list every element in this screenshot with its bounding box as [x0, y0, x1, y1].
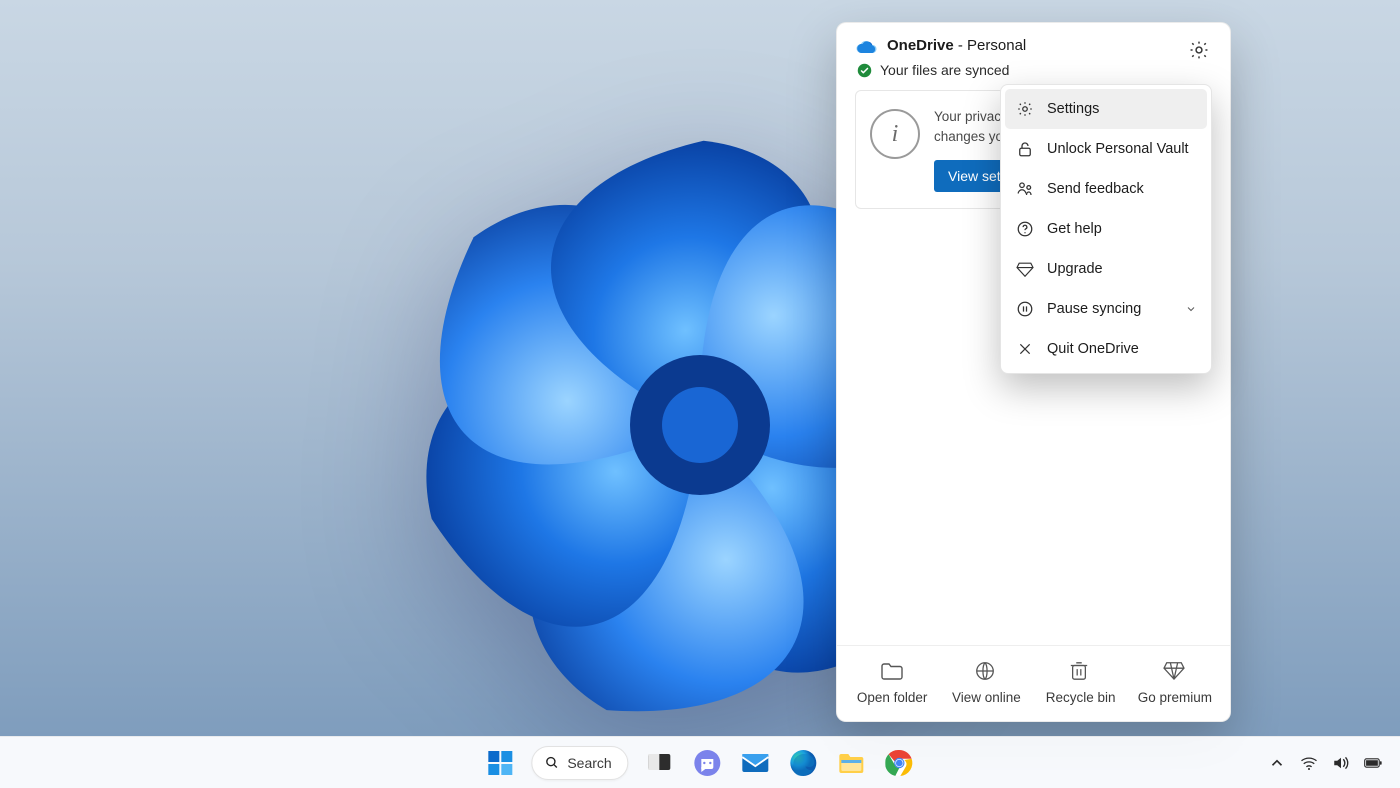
chrome-button[interactable] [883, 746, 917, 780]
info-icon: i [870, 109, 920, 159]
menu-item-label: Send feedback [1047, 181, 1144, 197]
footer-label: Open folder [857, 690, 928, 705]
menu-item-label: Pause syncing [1047, 301, 1141, 317]
recycle-bin-button[interactable]: Recycle bin [1041, 660, 1121, 705]
feedback-icon [1015, 179, 1035, 199]
chat-button[interactable] [691, 746, 725, 780]
menu-item-settings[interactable]: Settings [1005, 89, 1207, 129]
menu-item-send-feedback[interactable]: Send feedback [1005, 169, 1207, 209]
footer-label: Go premium [1138, 690, 1212, 705]
menu-item-quit[interactable]: Quit OneDrive [1005, 329, 1207, 369]
diamond-icon [1163, 660, 1187, 682]
wifi-icon[interactable] [1300, 754, 1318, 772]
footer-label: View online [952, 690, 1021, 705]
diamond-icon [1015, 259, 1035, 279]
gear-icon [1015, 99, 1035, 119]
search-icon [544, 755, 559, 770]
go-premium-button[interactable]: Go premium [1135, 660, 1215, 705]
trash-icon [1069, 660, 1093, 682]
footer-label: Recycle bin [1046, 690, 1116, 705]
menu-item-unlock-vault[interactable]: Unlock Personal Vault [1005, 129, 1207, 169]
file-explorer-button[interactable] [835, 746, 869, 780]
menu-item-label: Quit OneDrive [1047, 341, 1139, 357]
menu-item-pause-syncing[interactable]: Pause syncing [1005, 289, 1207, 329]
sync-ok-icon [857, 63, 872, 78]
close-icon [1015, 339, 1035, 359]
globe-icon [974, 660, 998, 682]
tray-overflow-button[interactable] [1268, 754, 1286, 772]
menu-item-label: Unlock Personal Vault [1047, 141, 1189, 157]
settings-dropdown: Settings Unlock Personal Vault Send feed… [1000, 84, 1212, 374]
start-button[interactable] [483, 746, 517, 780]
taskbar-center: Search [483, 746, 916, 780]
taskbar-tray [1268, 754, 1382, 772]
folder-icon [880, 660, 904, 682]
onedrive-title: OneDrive - Personal [887, 37, 1026, 54]
battery-icon[interactable] [1364, 754, 1382, 772]
taskview-button[interactable] [643, 746, 677, 780]
sync-status-text: Your files are synced [880, 62, 1009, 78]
menu-item-label: Settings [1047, 101, 1099, 117]
volume-icon[interactable] [1332, 754, 1350, 772]
menu-item-get-help[interactable]: Get help [1005, 209, 1207, 249]
chevron-down-icon [1185, 303, 1197, 315]
taskbar: Search [0, 736, 1400, 788]
mail-button[interactable] [739, 746, 773, 780]
pause-icon [1015, 299, 1035, 319]
help-icon [1015, 219, 1035, 239]
onedrive-footer: Open folder View online Recycle bin Go p… [837, 645, 1230, 721]
unlock-icon [1015, 139, 1035, 159]
onedrive-header: OneDrive - Personal [837, 23, 1230, 62]
onedrive-cloud-icon [855, 38, 877, 54]
taskbar-search[interactable]: Search [531, 746, 628, 780]
search-label: Search [567, 755, 611, 771]
edge-button[interactable] [787, 746, 821, 780]
menu-item-label: Get help [1047, 221, 1102, 237]
menu-item-label: Upgrade [1047, 261, 1103, 277]
settings-gear-button[interactable] [1182, 33, 1216, 67]
open-folder-button[interactable]: Open folder [852, 660, 932, 705]
menu-item-upgrade[interactable]: Upgrade [1005, 249, 1207, 289]
view-online-button[interactable]: View online [946, 660, 1026, 705]
